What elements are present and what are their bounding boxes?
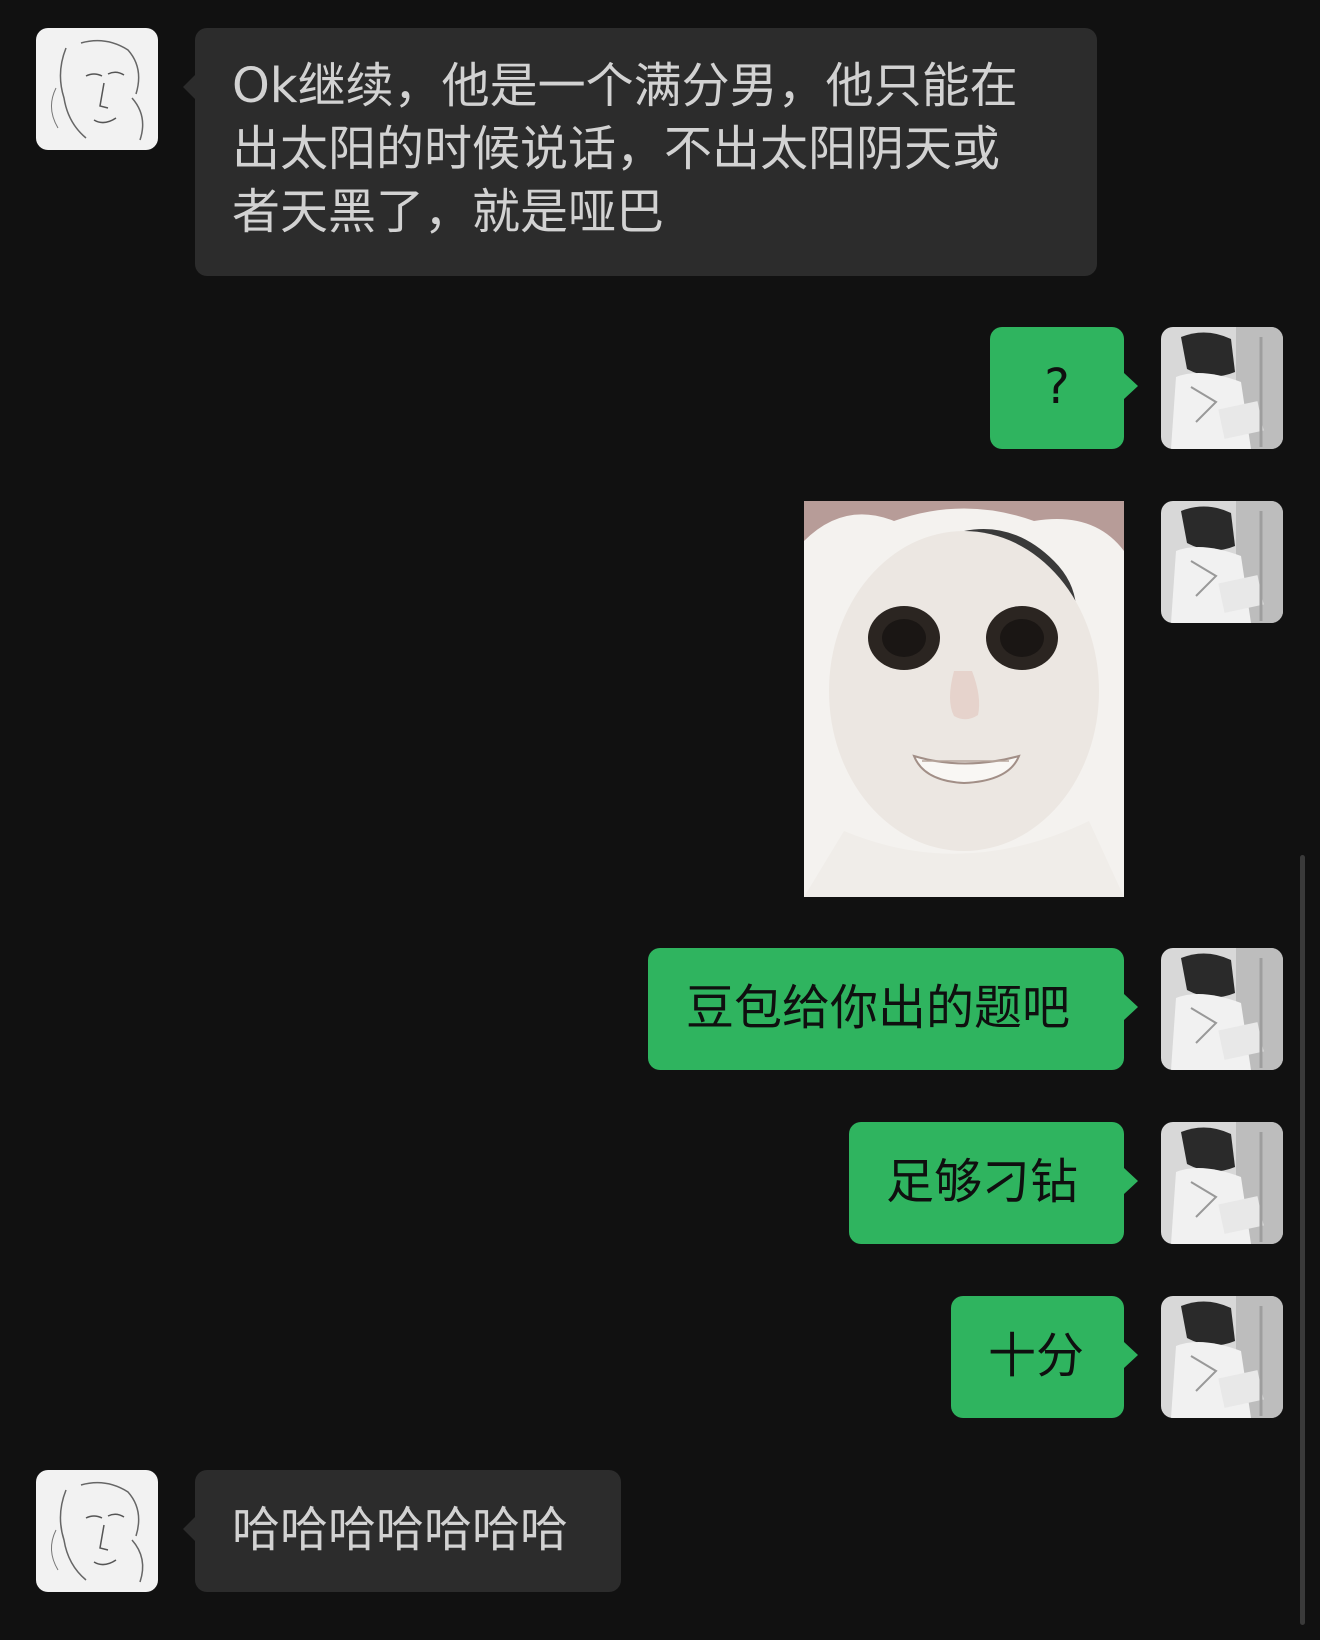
profile-photo-icon: [1161, 1296, 1283, 1418]
contact-avatar[interactable]: [36, 28, 158, 150]
bubble-tail: [183, 1516, 196, 1542]
cat-face-meme-icon: [804, 501, 1124, 897]
message-text: 十分: [988, 1328, 1085, 1384]
message-bubble-outgoing[interactable]: ?: [990, 327, 1138, 449]
bubble-tail: [183, 74, 196, 100]
profile-photo-icon: [1161, 948, 1283, 1070]
message-bubble-outgoing[interactable]: 豆包给你出的题吧: [648, 948, 1138, 1070]
bubble-tail: [1124, 1342, 1138, 1368]
message-text: ?: [1044, 359, 1070, 415]
my-avatar[interactable]: [1161, 948, 1283, 1070]
my-avatar[interactable]: [1161, 501, 1283, 623]
message-text: 足够刁钻: [886, 1154, 1079, 1210]
profile-photo-icon: [1161, 327, 1283, 449]
my-avatar[interactable]: [1161, 1122, 1283, 1244]
chat-view: Ok继续，他是一个满分男，他只能在 出太阳的时候说话，不出太阳阴天或 者天黑了，…: [0, 0, 1320, 1640]
profile-photo-icon: [1161, 1122, 1283, 1244]
my-avatar[interactable]: [1161, 1296, 1283, 1418]
message-bubble-outgoing[interactable]: 十分: [951, 1296, 1138, 1418]
my-avatar[interactable]: [1161, 327, 1283, 449]
line-drawing-face-icon: [36, 1470, 158, 1592]
scrollbar[interactable]: [1300, 855, 1305, 1625]
sticker-image[interactable]: [804, 501, 1124, 897]
contact-avatar[interactable]: [36, 1470, 158, 1592]
bubble-tail: [1124, 994, 1138, 1020]
message-bubble-outgoing[interactable]: 足够刁钻: [849, 1122, 1138, 1244]
bubble-tail: [1124, 373, 1138, 399]
message-text: Ok继续，他是一个满分男，他只能在 出太阳的时候说话，不出太阳阴天或 者天黑了，…: [232, 58, 1018, 240]
message-text: 豆包给你出的题吧: [686, 980, 1071, 1036]
profile-photo-icon: [1161, 501, 1283, 623]
message-text: 哈哈哈哈哈哈哈: [232, 1502, 569, 1558]
bubble-tail: [1124, 1168, 1138, 1194]
message-bubble-incoming[interactable]: Ok继续，他是一个满分男，他只能在 出太阳的时候说话，不出太阳阴天或 者天黑了，…: [183, 28, 1097, 276]
message-bubble-incoming[interactable]: 哈哈哈哈哈哈哈: [183, 1470, 621, 1592]
line-drawing-face-icon: [36, 28, 158, 150]
